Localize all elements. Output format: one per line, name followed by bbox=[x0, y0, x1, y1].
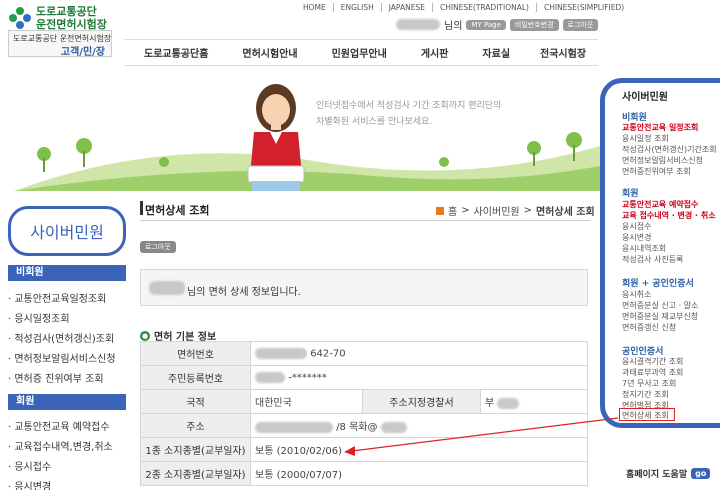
help-go-button[interactable]: go bbox=[691, 468, 711, 479]
annotation-arrow-icon bbox=[344, 417, 619, 456]
help-link[interactable]: 홈페이지 도움말 go bbox=[626, 467, 711, 480]
help-label: 홈페이지 도움말 bbox=[626, 470, 688, 480]
